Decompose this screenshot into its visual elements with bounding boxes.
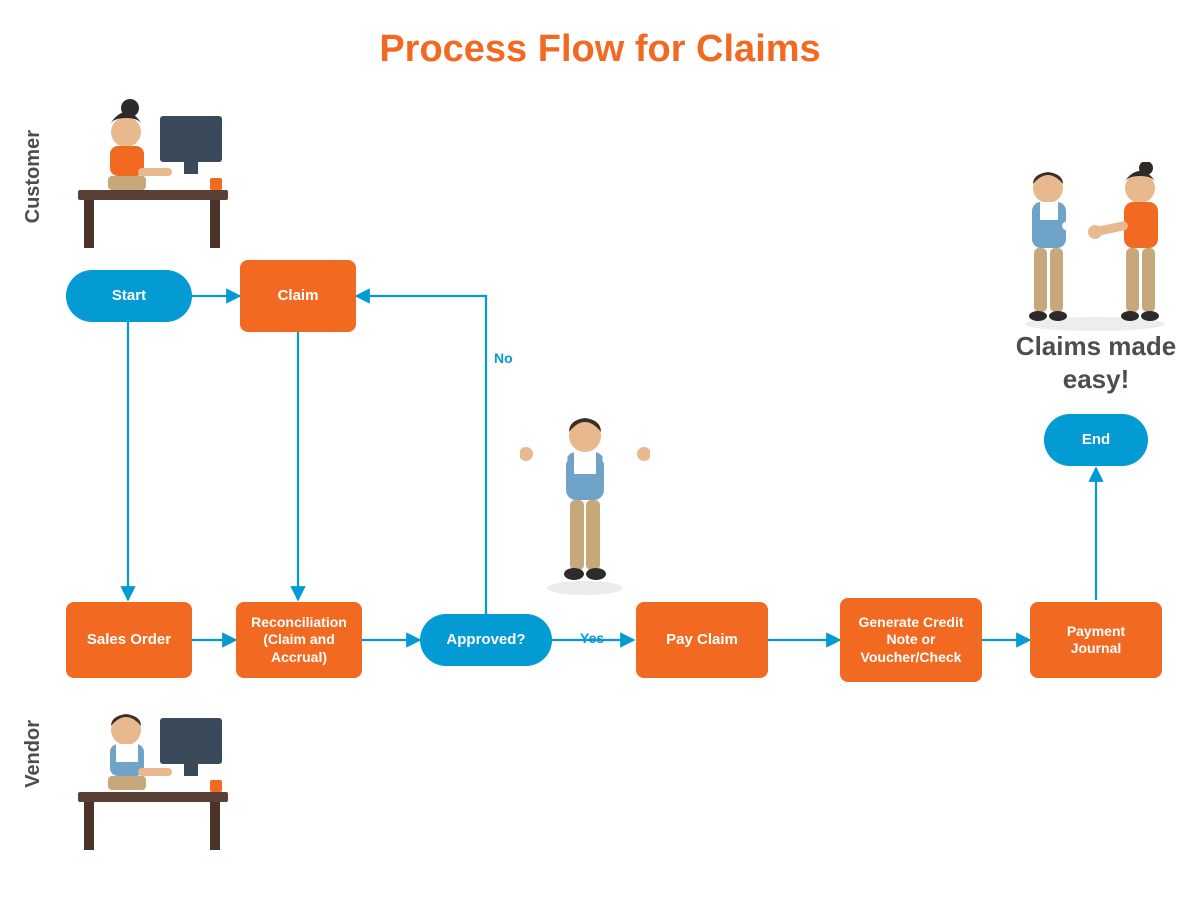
edge-label-yes: Yes [580,630,604,646]
node-reconciliation: Reconciliation (Claim and Accrual) [236,602,362,678]
node-payment-journal: Payment Journal [1030,602,1162,678]
vendor-desk-icon [60,696,240,866]
swimlane-customer-label: Customer [22,130,45,223]
node-start: Start [66,270,192,322]
node-end: End [1044,414,1148,466]
node-claim: Claim [240,260,356,332]
node-credit-note: Generate Credit Note or Voucher/Check [840,598,982,682]
tagline-text: Claims made easy! [1000,330,1192,395]
handshake-pair-icon [990,162,1200,332]
diagram-canvas: Process Flow for Claims Customer Vendor [0,0,1200,902]
diagram-title: Process Flow for Claims [0,28,1200,71]
node-sales-order: Sales Order [66,602,192,678]
node-approved: Approved? [420,614,552,666]
customer-desk-icon [60,98,240,258]
shrug-person-icon [520,410,650,600]
swimlane-vendor-label: Vendor [22,720,45,788]
node-pay-claim: Pay Claim [636,602,768,678]
edge-label-no: No [494,350,513,366]
